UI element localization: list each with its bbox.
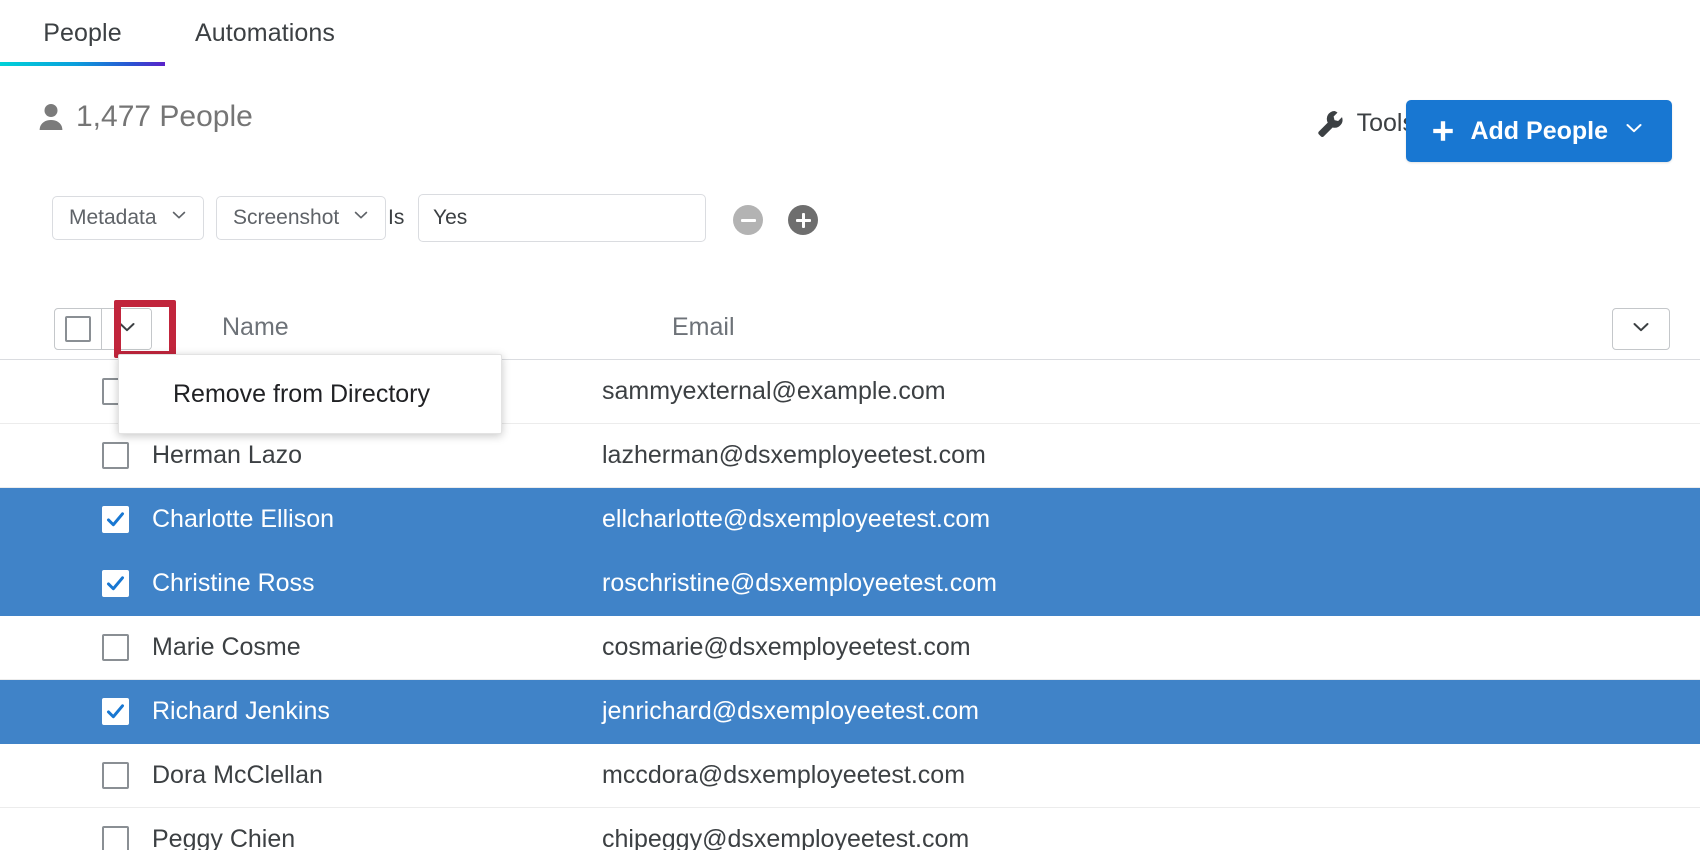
row-email: roschristine@dsxemployeetest.com <box>602 569 997 597</box>
row-checkbox[interactable] <box>102 826 129 850</box>
tab-automations-label: Automations <box>194 18 336 47</box>
row-name: Charlotte Ellison <box>152 505 335 533</box>
add-people-button[interactable]: Add People <box>1406 100 1672 162</box>
people-count: 1,477 People <box>38 100 253 134</box>
filter-row: Metadata Screenshot Is <box>0 194 1700 256</box>
row-checkbox-cell[interactable] <box>0 442 152 469</box>
select-all-group <box>54 308 152 350</box>
row-email: chipeggy@dsxemployeetest.com <box>602 825 970 850</box>
row-email: mccdora@dsxemployeetest.com <box>602 761 966 789</box>
filter-attribute-label: Screenshot <box>233 206 340 229</box>
row-checkbox-cell[interactable] <box>0 698 152 725</box>
page-header: 1,477 People Tools Add People <box>0 86 1700 166</box>
column-header-name[interactable]: Name <box>222 313 289 342</box>
add-people-label: Add People <box>1470 116 1608 145</box>
row-name: Richard Jenkins <box>152 697 330 725</box>
wrench-icon <box>1316 109 1346 139</box>
row-checkbox-cell[interactable] <box>0 506 152 533</box>
row-checkbox[interactable] <box>102 698 129 725</box>
table-row[interactable]: Peggy Chien chipeggy@dsxemployeetest.com <box>0 808 1700 850</box>
table-row[interactable]: Dora McClellan mccdora@dsxemployeetest.c… <box>0 744 1700 808</box>
tab-bar: People Automations <box>0 0 1700 66</box>
row-checkbox[interactable] <box>102 570 129 597</box>
chevron-down-icon <box>1622 116 1646 147</box>
row-name: Dora McClellan <box>152 761 323 789</box>
filter-operator-label: Is <box>388 206 405 229</box>
page-title: 1,477 People <box>76 100 253 133</box>
chevron-down-icon <box>115 315 139 344</box>
filter-field-dropdown[interactable]: Metadata <box>52 196 204 240</box>
active-tab-underline <box>0 62 165 66</box>
row-name: Herman Lazo <box>152 441 303 469</box>
table-row[interactable]: Richard Jenkins jenrichard@dsxemployeete… <box>0 680 1700 744</box>
chevron-down-icon <box>1629 315 1653 344</box>
chevron-down-icon <box>351 205 371 231</box>
row-checkbox-cell[interactable] <box>0 826 152 850</box>
checkmark-icon <box>105 509 126 530</box>
table-row[interactable]: Charlotte Ellison ellcharlotte@dsxemploy… <box>0 488 1700 552</box>
row-email: sammyexternal@example.com <box>602 377 946 405</box>
row-name: Christine Ross <box>152 569 315 597</box>
plus-icon <box>1430 118 1456 144</box>
table-row[interactable]: Marie Cosme cosmarie@dsxemployeetest.com <box>0 616 1700 680</box>
row-name: Peggy Chien <box>152 825 296 850</box>
row-checkbox[interactable] <box>102 634 129 661</box>
filter-field-label: Metadata <box>69 206 157 229</box>
plus-circle-icon-vertical <box>801 212 805 228</box>
people-directory-page: People Automations 1,477 People Tools Ad… <box>0 0 1700 850</box>
tab-people[interactable]: People <box>0 0 165 66</box>
tab-automations[interactable]: Automations <box>165 0 365 66</box>
minus-circle-icon <box>740 218 756 222</box>
row-checkbox-cell[interactable] <box>0 634 152 661</box>
row-email: ellcharlotte@dsxemployeetest.com <box>602 505 991 533</box>
row-email: lazherman@dsxemployeetest.com <box>602 441 986 469</box>
add-filter-button[interactable] <box>788 205 818 235</box>
tab-people-label: People <box>43 18 122 47</box>
column-options-dropdown-button[interactable] <box>1612 308 1670 350</box>
table-row[interactable]: Christine Ross roschristine@dsxemployeet… <box>0 552 1700 616</box>
remove-filter-button[interactable] <box>733 205 763 235</box>
person-icon <box>38 102 64 132</box>
menu-item-remove-from-directory[interactable]: Remove from Directory <box>119 355 501 433</box>
row-checkbox[interactable] <box>102 506 129 533</box>
bulk-actions-menu: Remove from Directory <box>118 354 502 434</box>
checkmark-icon <box>105 701 126 722</box>
bulk-actions-dropdown-button[interactable] <box>101 309 151 349</box>
filter-value-input[interactable] <box>418 194 706 242</box>
column-header-email[interactable]: Email <box>672 313 735 342</box>
row-checkbox[interactable] <box>102 762 129 789</box>
row-checkbox-cell[interactable] <box>0 762 152 789</box>
select-all-checkbox[interactable] <box>55 309 101 349</box>
checkbox-box-icon <box>65 316 91 342</box>
row-email: cosmarie@dsxemployeetest.com <box>602 633 971 661</box>
row-name: Marie Cosme <box>152 633 301 661</box>
checkmark-icon <box>105 573 126 594</box>
row-checkbox-cell[interactable] <box>0 570 152 597</box>
row-email: jenrichard@dsxemployeetest.com <box>602 697 979 725</box>
table-header: Name Email <box>0 296 1700 360</box>
filter-attribute-dropdown[interactable]: Screenshot <box>216 196 387 240</box>
row-checkbox[interactable] <box>102 442 129 469</box>
chevron-down-icon <box>169 205 189 231</box>
